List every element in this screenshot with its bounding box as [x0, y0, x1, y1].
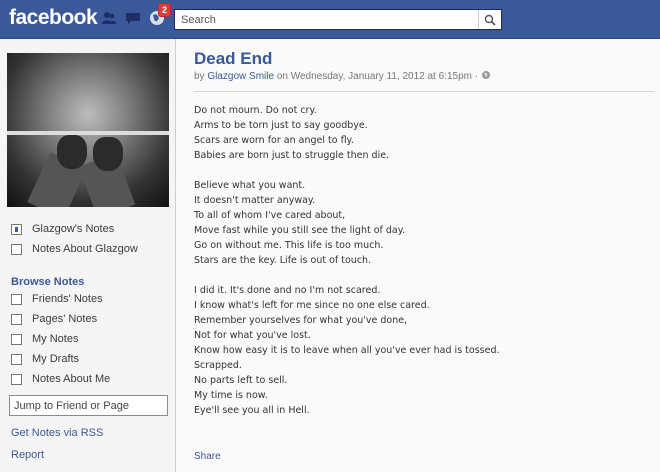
search-icon [484, 14, 496, 26]
note-title: Dead End [194, 49, 273, 68]
browse-notes-heading: Browse Notes [11, 276, 85, 288]
stanza-3: I did it. It's done and no I'm not scare… [194, 283, 654, 418]
photo-shoe-right [93, 137, 123, 171]
poem-line: My time is now. [194, 390, 268, 401]
notes-icon [11, 223, 22, 235]
facebook-logo[interactable]: facebook [9, 6, 98, 30]
rss-link[interactable]: Get Notes via RSS [11, 427, 103, 439]
poem-line: Do not mourn. Do not cry. [194, 105, 317, 116]
search-button[interactable] [478, 10, 501, 29]
left-sidebar: Glazgow's Notes Notes About Glazgow Brow… [0, 39, 176, 472]
nav-notes-about-glazgow[interactable]: Notes About Glazgow [11, 241, 138, 257]
share-link[interactable]: Share [194, 451, 221, 462]
profile-picture[interactable] [7, 53, 169, 207]
note-content: Dead End by Glazgow Smile on Wednesday, … [176, 39, 660, 472]
note-date: on Wednesday, January 11, 2012 at 6:15pm… [276, 71, 479, 82]
search-box [174, 9, 502, 30]
nav-label: Pages' Notes [32, 313, 98, 325]
author-link[interactable]: Glazgow Smile [207, 71, 274, 82]
poem-line: It doesn't matter anyway. [194, 195, 316, 206]
nav-friends-notes[interactable]: Friends' Notes [11, 291, 103, 307]
poem-line: Arms to be torn just to say goodbye. [194, 120, 368, 131]
nav-label: Notes About Glazgow [32, 243, 138, 255]
note-byline: by Glazgow Smile on Wednesday, January 1… [194, 70, 491, 82]
byline-prefix: by [194, 71, 205, 82]
nav-label: Friends' Notes [32, 293, 103, 305]
poem-line: To all of whom I've cared about, [194, 210, 346, 221]
poem-line: I know what's left for me since no one e… [194, 300, 430, 311]
note-body: Do not mourn. Do not cry. Arms to be tor… [194, 103, 654, 433]
friend-requests-icon[interactable] [100, 9, 118, 27]
notes-icon [11, 243, 22, 255]
nav-glazgows-notes[interactable]: Glazgow's Notes [11, 221, 114, 237]
poem-line: Stars are the key. Life is out of touch. [194, 255, 372, 266]
search-input[interactable] [175, 10, 479, 29]
report-link[interactable]: Report [11, 449, 44, 461]
messages-icon[interactable] [124, 9, 142, 27]
notes-icon [11, 373, 22, 385]
nav-notes-about-me[interactable]: Notes About Me [11, 371, 110, 387]
nav-label: Notes About Me [32, 373, 111, 385]
privacy-globe-icon[interactable] [481, 70, 491, 80]
poem-line: Scrapped. [194, 360, 242, 371]
poem-line: Move fast while you still see the light … [194, 225, 406, 236]
nav-my-notes[interactable]: My Notes [11, 331, 78, 347]
notifications-globe-icon[interactable]: 2 [148, 3, 172, 27]
poem-line: Not for what you've lost. [194, 330, 311, 341]
poem-line: Believe what you want. [194, 180, 306, 191]
notes-icon [11, 313, 22, 325]
jump-to-friend-input[interactable] [10, 396, 167, 416]
nav-pages-notes[interactable]: Pages' Notes [11, 311, 97, 327]
poem-line: I did it. It's done and no I'm not scare… [194, 285, 381, 296]
notes-icon [11, 333, 22, 345]
title-divider [194, 91, 654, 92]
notes-icon [11, 293, 22, 305]
photo-shoe-left [57, 135, 87, 169]
nav-label: Glazgow's Notes [32, 223, 115, 235]
poem-line: Know how easy it is to leave when all yo… [194, 345, 500, 356]
poem-line: Remember yourselves for what you've done… [194, 315, 408, 326]
nav-label: My Notes [32, 333, 79, 345]
jump-to-friend-box [9, 395, 168, 416]
poem-line: Scars are worn for an angel to fly. [194, 135, 354, 146]
poem-line: Go on without me. This life is too much. [194, 240, 384, 251]
notification-count-badge: 2 [158, 3, 172, 17]
poem-line: Babies are born just to struggle then di… [194, 150, 390, 161]
stanza-2: Believe what you want. It doesn't matter… [194, 178, 654, 268]
nav-label: My Drafts [32, 353, 80, 365]
notes-icon [11, 353, 22, 365]
stanza-1: Do not mourn. Do not cry. Arms to be tor… [194, 103, 654, 163]
photo-horizon [7, 131, 169, 135]
poem-line: Eye'll see you all in Hell. [194, 405, 310, 416]
poem-line: No parts left to sell. [194, 375, 288, 386]
top-bar: facebook 2 [0, 0, 660, 39]
nav-my-drafts[interactable]: My Drafts [11, 351, 79, 367]
